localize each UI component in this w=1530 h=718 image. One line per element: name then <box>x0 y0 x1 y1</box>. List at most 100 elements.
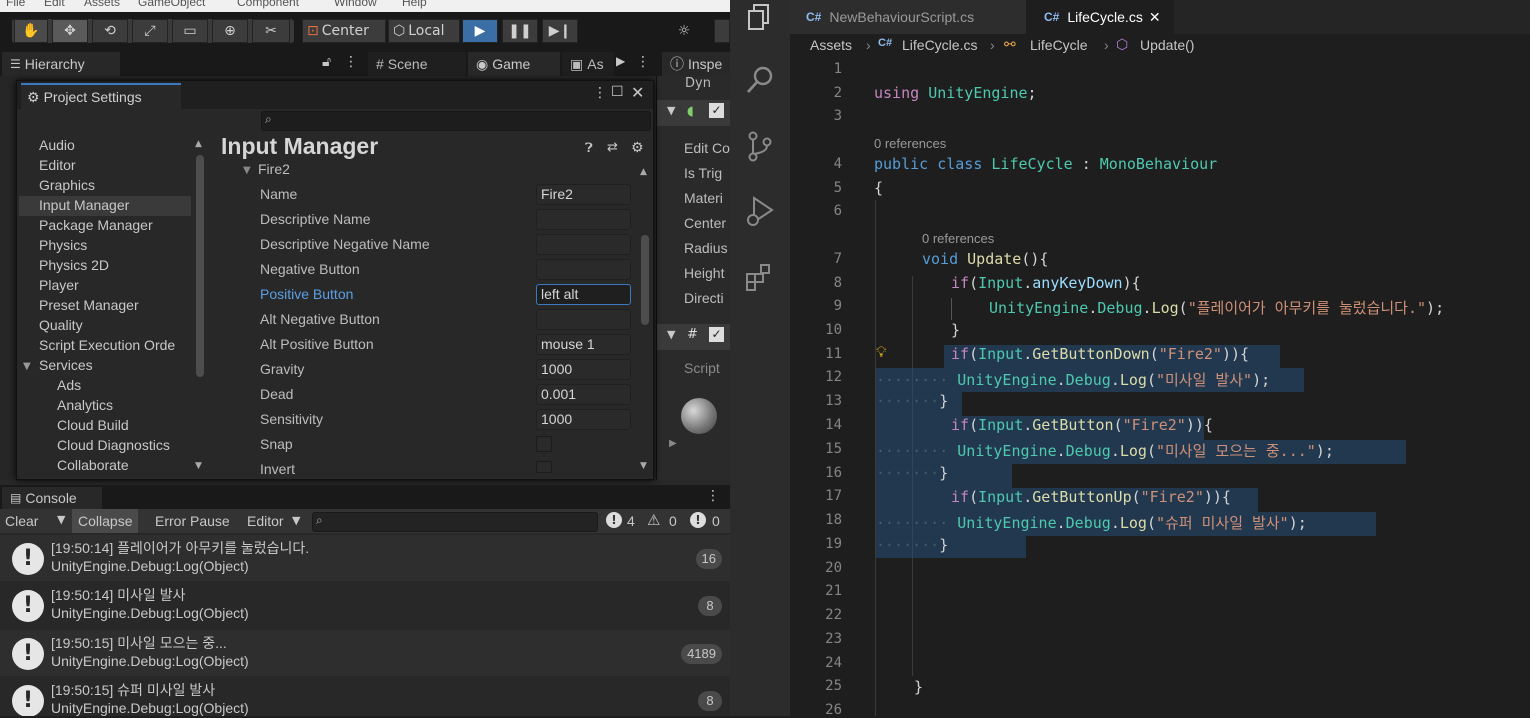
settings-search-input[interactable]: ⌕ <box>261 111 651 131</box>
menu-edit[interactable]: Edit <box>44 0 65 9</box>
code-line-18[interactable]: ········ UnityEngine.Debug.Log("슈퍼 미사일 발… <box>876 512 1307 533</box>
prop-field-descriptive-negative-name[interactable] <box>536 234 631 255</box>
console-search-input[interactable]: ⌕ <box>312 512 598 532</box>
hand-tool-icon[interactable]: ✋ <box>14 19 48 43</box>
move-tool-icon[interactable]: ✥ <box>52 19 88 43</box>
foldout-icon[interactable]: ▶ <box>669 438 677 449</box>
prop-field-negative-button[interactable] <box>536 259 631 280</box>
error-count[interactable]: 0 <box>712 513 720 529</box>
code-line-11[interactable]: if(Input.GetButtonDown("Fire2")){ <box>951 345 1249 363</box>
tab-overflow-icon[interactable]: ▶ <box>616 54 625 68</box>
codelens-references[interactable]: 0 references <box>922 231 994 246</box>
code-line-8[interactable]: if(Input.anyKeyDown){ <box>951 274 1141 292</box>
menu-gameobject[interactable]: GameObject <box>138 0 205 9</box>
scroll-up-icon[interactable]: ▲ <box>640 167 647 177</box>
prop-field-gravity[interactable]: 1000 <box>536 359 631 380</box>
code-line-16[interactable]: ·······} <box>876 464 948 482</box>
prop-field-alt-positive-button[interactable]: mouse 1 <box>536 334 631 355</box>
tab-lifecycle[interactable]: C# LifeCycle.cs ✕ <box>1026 0 1174 34</box>
tab-newbehaviourscript[interactable]: C# NewBehaviourScript.cs <box>790 0 1026 34</box>
collapse-button[interactable]: Collapse <box>72 509 139 533</box>
nav-item-preset-manager[interactable]: Preset Manager <box>39 297 139 313</box>
nav-item-physics-2d[interactable]: Physics 2D <box>39 257 109 273</box>
lightbulb-icon[interactable]: 💡︎ <box>876 343 887 361</box>
nav-item-audio[interactable]: Audio <box>39 137 75 153</box>
tab-asset-store[interactable]: ▣ As <box>562 52 614 76</box>
prop-field-sensitivity[interactable]: 1000 <box>536 409 631 430</box>
code-line-25[interactable]: } <box>914 678 923 696</box>
play-button[interactable]: ▶ <box>462 19 498 43</box>
rect-tool-icon[interactable]: ▭ <box>172 19 208 43</box>
foldout-icon[interactable]: ▼ <box>667 104 675 117</box>
warning-count[interactable]: 0 <box>669 513 677 529</box>
settings-gear-icon[interactable]: ⚙ <box>631 140 644 156</box>
search-icon[interactable] <box>744 64 776 96</box>
rotate-tool-icon[interactable]: ⟲ <box>92 19 128 43</box>
code-line-10[interactable]: } <box>951 321 960 339</box>
console-log-row[interactable]: ! [19:50:14] 미사일 발사 UnityEngine.Debug:Lo… <box>0 582 730 628</box>
kebab-icon[interactable]: ⋮ <box>344 54 358 70</box>
prop-checkbox-invert[interactable] <box>536 461 552 473</box>
axis-group-label[interactable]: Fire2 <box>258 161 290 177</box>
console-log-row[interactable]: ! [19:50:15] 미사일 모으는 중... UnityEngine.De… <box>0 630 730 676</box>
breadcrumb-file[interactable]: LifeCycle.cs <box>902 37 977 53</box>
foldout-icon[interactable]: ▼ <box>243 165 251 176</box>
run-debug-icon[interactable] <box>744 194 776 228</box>
error-pause-button[interactable]: Error Pause <box>155 513 230 529</box>
close-icon[interactable]: ✕ <box>631 83 644 102</box>
foldout-icon[interactable]: ▼ <box>23 361 31 372</box>
close-icon[interactable]: ✕ <box>1149 9 1161 26</box>
menu-window[interactable]: Window <box>334 0 377 9</box>
pause-button[interactable]: ❚❚ <box>502 19 538 43</box>
nav-item-script-execution-order[interactable]: Script Execution Orde <box>39 337 191 353</box>
scale-tool-icon[interactable]: ⤢ <box>132 19 168 43</box>
enabled-checkbox[interactable]: ✓ <box>709 327 724 342</box>
pivot-center-button[interactable]: ⊡ Center <box>302 19 386 43</box>
nav-item-collaborate[interactable]: Collaborate <box>57 457 129 473</box>
breadcrumb-assets[interactable]: Assets <box>810 37 852 53</box>
tab-hierarchy[interactable]: ☰ Hierarchy <box>2 52 120 76</box>
menu-help[interactable]: Help <box>402 0 427 9</box>
code-line-7[interactable]: void Update(){ <box>922 250 1048 268</box>
code-line-4[interactable]: public class LifeCycle : MonoBehaviour <box>874 155 1217 173</box>
prop-field-alt-negative-button[interactable] <box>536 309 631 330</box>
nav-item-player[interactable]: Player <box>39 277 79 293</box>
menu-file[interactable]: File <box>6 0 25 9</box>
message-count[interactable]: 4 <box>627 513 635 529</box>
breadcrumb-class[interactable]: LifeCycle <box>1030 37 1088 53</box>
code-line-2[interactable]: using UnityEngine; <box>874 84 1037 102</box>
code-line-15[interactable]: ········ UnityEngine.Debug.Log("미사일 모으는 … <box>876 440 1334 461</box>
help-icon[interactable]: ❓︎ <box>585 141 593 156</box>
custom-tool-icon[interactable]: ✂ <box>252 19 290 43</box>
console-log-row[interactable]: ! [19:50:14] 플레이어가 아무키를 눌렀습니다. UnityEngi… <box>0 535 730 581</box>
console-log-row[interactable]: ! [19:50:15] 슈퍼 미사일 발사 UnityEngine.Debug… <box>0 677 730 716</box>
prop-field-name[interactable]: Fire2 <box>536 184 631 205</box>
nav-item-input-manager[interactable]: Input Manager <box>39 197 129 213</box>
nav-item-graphics[interactable]: Graphics <box>39 177 95 193</box>
clear-button[interactable]: Clear <box>5 513 38 529</box>
scroll-down-icon[interactable]: ▼ <box>195 461 202 471</box>
nav-item-services[interactable]: Services <box>39 357 93 373</box>
code-line-13[interactable]: ·······} <box>876 392 948 410</box>
code-line-17[interactable]: if(Input.GetButtonUp("Fire2")){ <box>951 488 1231 506</box>
maximize-icon[interactable]: ☐ <box>611 84 624 100</box>
code-line-9[interactable]: UnityEngine.Debug.Log("플레이어가 아무키를 눌렀습니다.… <box>989 297 1444 318</box>
codelens-references[interactable]: 0 references <box>874 136 946 151</box>
prop-checkbox-snap[interactable] <box>536 436 552 452</box>
kebab-icon[interactable]: ⋮ <box>706 488 720 504</box>
nav-item-package-manager[interactable]: Package Manager <box>39 217 153 233</box>
nav-item-analytics[interactable]: Analytics <box>57 397 113 413</box>
message-icon[interactable]: ! <box>606 512 622 528</box>
menu-component[interactable]: Component <box>237 0 299 9</box>
error-icon[interactable]: ! <box>690 512 706 528</box>
nav-item-physics[interactable]: Physics <box>39 237 87 253</box>
tab-project-settings[interactable]: ⚙ Project Settings <box>21 83 181 109</box>
account-button[interactable] <box>714 19 730 43</box>
step-button[interactable]: ▶❙ <box>542 19 578 43</box>
preset-icon[interactable]: ⇄ <box>607 140 618 155</box>
nav-item-cloud-diagnostics[interactable]: Cloud Diagnostics <box>57 437 170 453</box>
content-scrollbar-thumb[interactable] <box>641 235 649 325</box>
tab-inspector[interactable]: ⓘ Inspe <box>662 52 730 76</box>
code-line-12[interactable]: ········ UnityEngine.Debug.Log("미사일 발사")… <box>876 369 1270 390</box>
collab-icon[interactable]: ☼ <box>666 19 702 43</box>
